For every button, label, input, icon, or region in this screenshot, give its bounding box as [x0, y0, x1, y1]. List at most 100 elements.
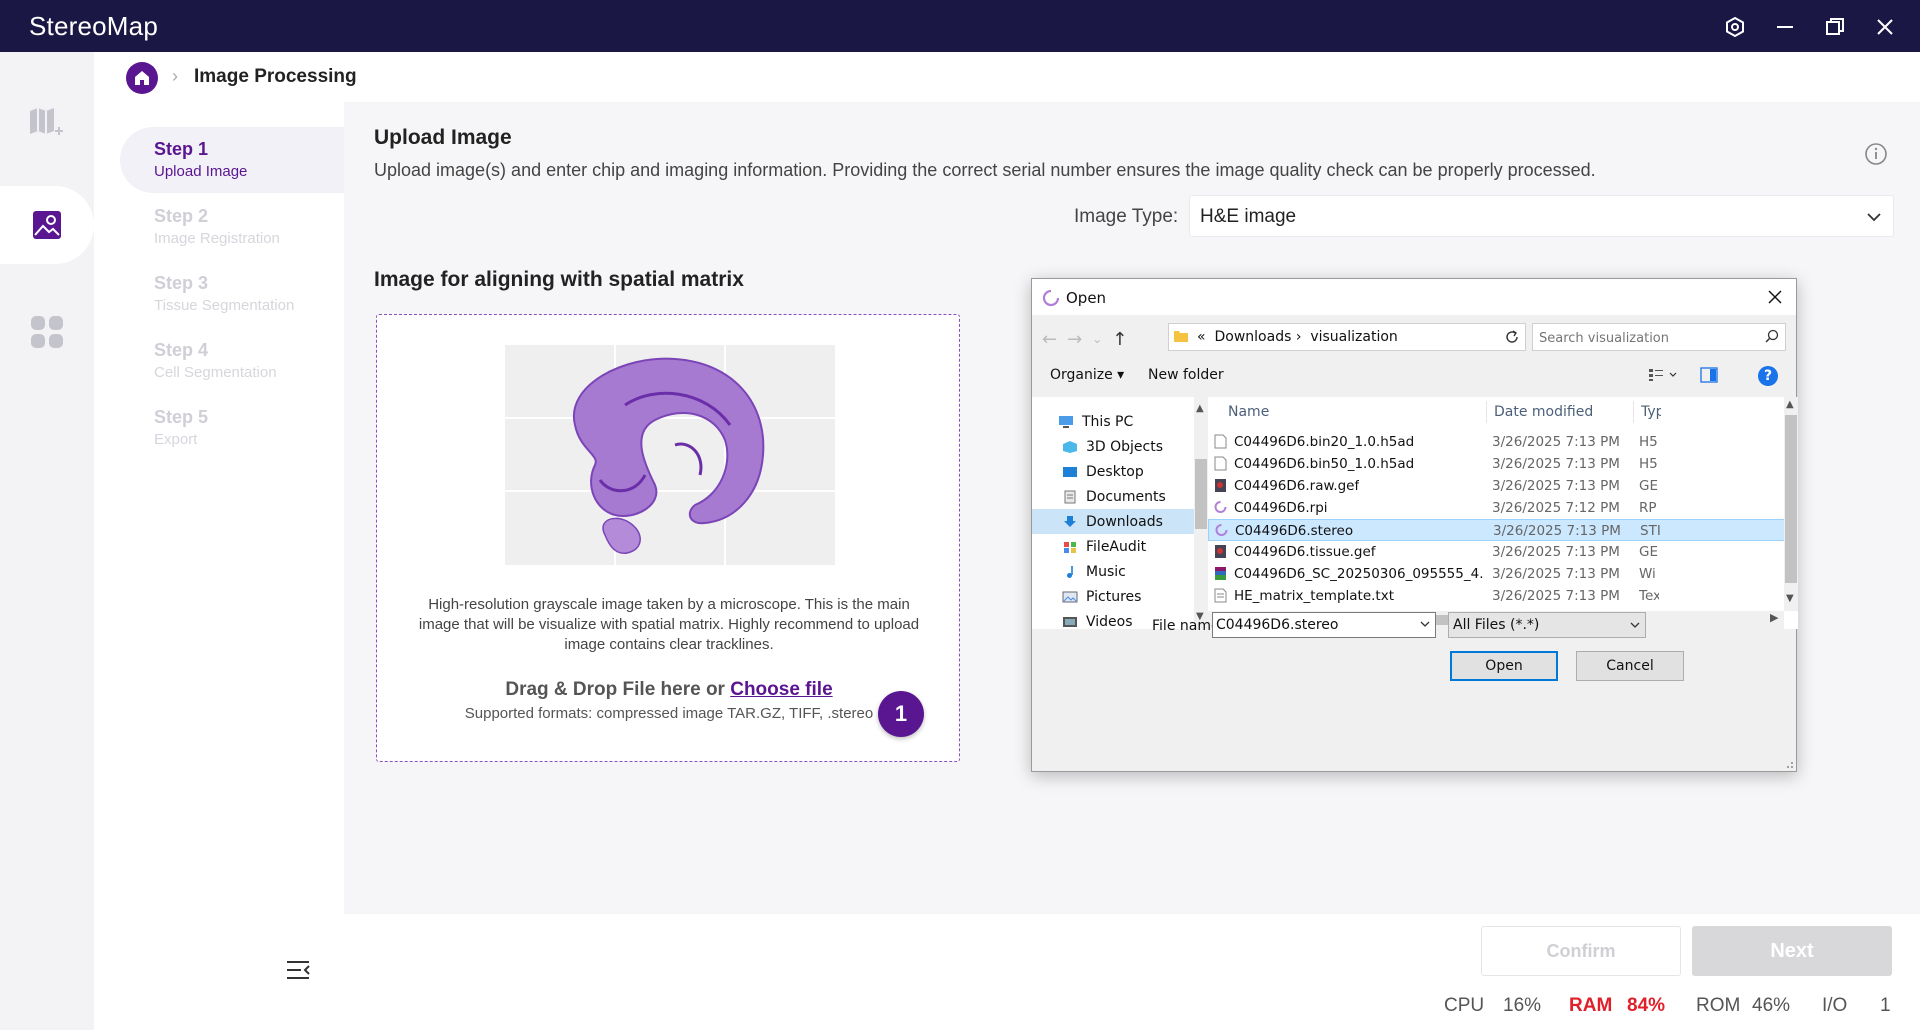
dialog-search[interactable]: [1532, 323, 1786, 351]
dialog-search-input[interactable]: [1539, 326, 1749, 350]
file-row[interactable]: C04496D6.raw.gef 3/26/2025 7:13 PM GE: [1208, 475, 1786, 497]
blank-file-icon: [1214, 456, 1227, 471]
apps-grid-icon: [31, 316, 63, 348]
file-type-select[interactable]: All Files (*.*): [1448, 612, 1646, 638]
path-prefix: «: [1197, 329, 1206, 345]
rail-apps[interactable]: [0, 293, 94, 371]
io-label: I/O: [1822, 995, 1848, 1016]
choose-file-link[interactable]: Choose file: [730, 679, 832, 700]
pictures-icon: [1062, 590, 1078, 604]
file-list-vscrollbar[interactable]: ▲ ▼: [1784, 397, 1798, 611]
file-name-field[interactable]: [1212, 612, 1436, 638]
chevron-down-icon: [1420, 621, 1430, 627]
cancel-button[interactable]: Cancel: [1576, 651, 1684, 681]
confirm-button[interactable]: Confirm: [1481, 926, 1681, 976]
column-header-date[interactable]: Date modified: [1494, 397, 1593, 427]
nav-arrows: ← → ⌄ ↑: [1042, 325, 1127, 353]
path-segment-downloads[interactable]: Downloads: [1214, 329, 1291, 345]
file-name: C04496D6.bin20_1.0.h5ad: [1234, 434, 1415, 450]
up-arrow-icon[interactable]: ↑: [1112, 329, 1127, 350]
app-title: StereoMap: [29, 11, 158, 41]
map-add-icon: [30, 108, 63, 135]
file-type: Tex: [1639, 588, 1659, 604]
restore-icon[interactable]: [1820, 12, 1850, 42]
nav-label: 3D Objects: [1086, 438, 1164, 455]
open-button[interactable]: Open: [1450, 651, 1558, 681]
column-header-type[interactable]: Typ: [1641, 397, 1661, 427]
file-row[interactable]: C04496D6.bin50_1.0.h5ad 3/26/2025 7:13 P…: [1208, 453, 1786, 475]
nav-label: FileAudit: [1086, 538, 1147, 555]
back-arrow-icon[interactable]: ←: [1042, 329, 1057, 350]
file-name: C04496D6.raw.gef: [1234, 478, 1360, 494]
nav-desktop[interactable]: Desktop: [1032, 459, 1194, 484]
file-type: GE: [1639, 544, 1658, 560]
address-bar[interactable]: « Downloads › visualization: [1168, 323, 1630, 351]
file-date: 3/26/2025 7:12 PM: [1492, 500, 1620, 516]
file-row[interactable]: C04496D6.tissue.gef 3/26/2025 7:13 PM GE: [1208, 541, 1786, 563]
file-type-value: All Files (*.*): [1453, 617, 1540, 633]
refresh-icon[interactable]: [1498, 324, 1526, 350]
dialog-toolbar: Organize ▾ New folder ?: [1032, 359, 1796, 391]
3d-objects-icon: [1062, 440, 1078, 454]
close-icon[interactable]: [1870, 12, 1900, 42]
image-type-value: H&E image: [1200, 206, 1297, 227]
stereo-file-icon: [1215, 524, 1228, 536]
organize-menu[interactable]: Organize ▾: [1050, 367, 1124, 383]
file-type: H5: [1639, 456, 1658, 472]
file-name: HE_matrix_template.txt: [1234, 588, 1394, 604]
nav-pictures[interactable]: Pictures: [1032, 584, 1194, 609]
step-title: Step 1: [154, 139, 209, 159]
file-row[interactable]: HE_matrix_template.txt 3/26/2025 7:13 PM…: [1208, 585, 1786, 607]
rail-map[interactable]: [0, 82, 94, 160]
minimize-icon[interactable]: [1770, 12, 1800, 42]
step-subtitle: Cell Segmentation: [154, 364, 277, 381]
help-icon[interactable]: ?: [1758, 366, 1778, 386]
organize-label: Organize: [1050, 367, 1113, 383]
new-folder-button[interactable]: New folder: [1148, 367, 1224, 383]
step-3: Step 3 Tissue Segmentation: [120, 261, 344, 327]
file-row[interactable]: C04496D6.bin20_1.0.h5ad 3/26/2025 7:13 P…: [1208, 431, 1786, 453]
desktop-icon: [1062, 465, 1078, 479]
home-icon: [135, 71, 149, 85]
nav-fileaudit[interactable]: FileAudit: [1032, 534, 1194, 559]
step-1[interactable]: Step 1 Upload Image: [120, 127, 344, 193]
gef-file-icon: [1215, 479, 1226, 492]
path-segment-visualization[interactable]: visualization: [1310, 329, 1397, 345]
nav-music[interactable]: Music: [1032, 559, 1194, 584]
file-type: STI: [1640, 523, 1660, 539]
rail-image-processing[interactable]: [0, 186, 94, 264]
nav-label: This PC: [1082, 413, 1134, 430]
recent-chevron-icon[interactable]: ⌄: [1092, 332, 1102, 346]
settings-icon[interactable]: [1720, 12, 1750, 42]
file-name-input[interactable]: [1216, 614, 1406, 636]
file-dropzone[interactable]: High-resolution grayscale image taken by…: [376, 314, 960, 762]
home-button[interactable]: [126, 62, 158, 94]
image-type-select[interactable]: H&E image: [1189, 195, 1894, 237]
dialog-close-icon[interactable]: [1766, 288, 1784, 306]
file-row-selected[interactable]: C04496D6.stereo 3/26/2025 7:13 PM STI: [1208, 519, 1786, 541]
collapse-menu-icon: [287, 961, 310, 979]
section-title: Upload Image: [374, 126, 512, 149]
footer-bar: Confirm Next CPU 16% RAM 84% ROM 46% I/O…: [344, 914, 1920, 1030]
info-icon[interactable]: [1864, 142, 1888, 166]
collapse-sidebar-button[interactable]: [284, 958, 312, 982]
nav-downloads[interactable]: Downloads: [1032, 509, 1194, 534]
nav-label: Videos: [1086, 613, 1133, 630]
file-row[interactable]: C04496D6.rpi 3/26/2025 7:12 PM RP: [1208, 497, 1786, 519]
address-path: « Downloads › visualization: [1197, 329, 1398, 345]
documents-icon: [1062, 490, 1078, 504]
preview-pane-icon: [1700, 367, 1718, 383]
cpu-label: CPU: [1444, 995, 1485, 1016]
column-header-name[interactable]: Name: [1228, 397, 1269, 427]
next-button[interactable]: Next: [1692, 926, 1892, 976]
file-row[interactable]: C04496D6_SC_20250306_095555_4.1.2.tar...…: [1208, 563, 1786, 585]
nav-documents[interactable]: Documents: [1032, 484, 1194, 509]
nav-scrollbar[interactable]: ▲ ▼: [1194, 397, 1208, 629]
nav-this-pc[interactable]: This PC: [1032, 409, 1194, 434]
forward-arrow-icon[interactable]: →: [1067, 329, 1082, 350]
nav-3d-objects[interactable]: 3D Objects: [1032, 434, 1194, 459]
step-subtitle: Image Registration: [154, 230, 280, 247]
steps-panel: Step 1 Upload Image Step 2 Image Registr…: [94, 102, 344, 914]
file-name: C04496D6.bin50_1.0.h5ad: [1234, 456, 1415, 472]
step-subtitle: Export: [154, 431, 198, 448]
